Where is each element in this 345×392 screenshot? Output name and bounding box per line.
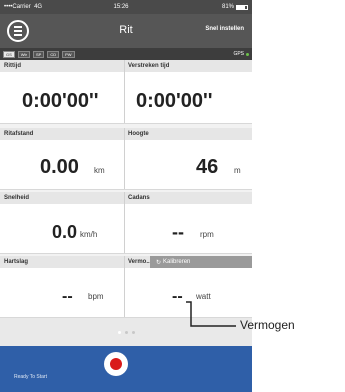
callout-line [186,301,236,327]
callout-label-power: Vermogen [240,318,295,332]
